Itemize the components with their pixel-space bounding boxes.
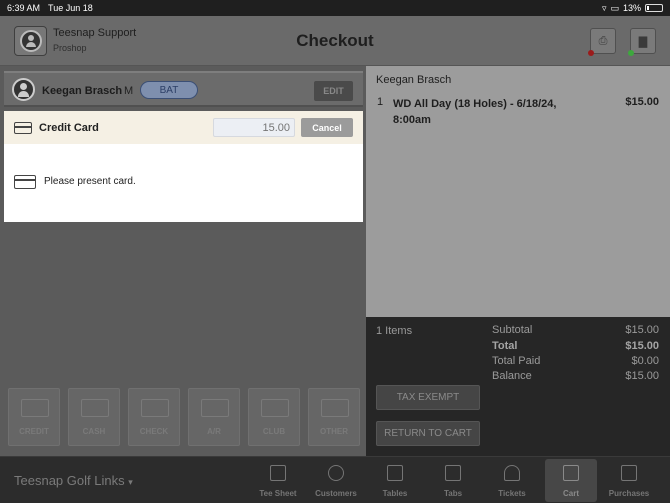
customer-tag-badge[interactable]: BAT	[140, 81, 198, 99]
subtotal-value: $15.00	[625, 324, 659, 336]
cart-panel: Keegan Brasch 1 WD All Day (18 Holes) - …	[366, 66, 670, 317]
tender-label: OTHER	[320, 427, 348, 436]
cart-item-price: $15.00	[625, 96, 659, 108]
tab-label: Purchases	[608, 489, 650, 498]
edit-customer-button[interactable]: EDIT	[314, 81, 353, 101]
card-prompt-message: Please present card.	[44, 176, 136, 187]
customer-name: Keegan Brasch	[42, 85, 123, 97]
calendar-icon	[270, 465, 286, 481]
printer-icon: ⎙	[598, 34, 608, 47]
battery-fill	[647, 6, 649, 10]
credit-card-header: Credit Card Cancel	[4, 111, 363, 144]
cart-icon	[563, 465, 579, 481]
tab-tabs[interactable]: Tabs	[427, 459, 479, 502]
status-time: 6:39 AM	[7, 3, 41, 13]
tender-check-button[interactable]: CHECK	[128, 388, 180, 446]
location-selector[interactable]: Teesnap Golf Links ▾	[14, 473, 133, 488]
tab-purchases[interactable]: Purchases	[603, 459, 655, 502]
total-label: Total	[492, 340, 518, 352]
tender-label: CREDIT	[19, 427, 49, 436]
tab-label: Customers	[315, 489, 357, 498]
customer-avatar-icon	[12, 78, 35, 101]
balance-value: $15.00	[625, 370, 659, 382]
total-paid-value: $0.00	[631, 355, 659, 367]
printer-status-dot	[588, 50, 594, 56]
tab-label: Tickets	[498, 489, 526, 498]
screen-mirror-icon: ▭	[610, 2, 619, 13]
tender-label: CASH	[82, 427, 106, 436]
tender-cash-button[interactable]: CASH	[68, 388, 120, 446]
tab-bar: Teesnap Golf Links ▾ Tee Sheet Customers…	[0, 456, 670, 503]
tab-tee-sheet[interactable]: Tee Sheet	[252, 459, 304, 502]
battery-icon	[645, 4, 663, 12]
register-icon	[621, 465, 637, 481]
items-count: 1 Items	[376, 325, 413, 337]
credit-card-icon	[14, 122, 32, 134]
balance-label: Balance	[492, 370, 532, 382]
total-value: $15.00	[625, 340, 659, 352]
tender-club-button[interactable]: CLUB	[248, 388, 300, 446]
customer-gender: M	[124, 85, 134, 97]
account-icon	[201, 399, 229, 417]
tab-tickets[interactable]: Tickets	[486, 459, 538, 502]
page-title: Checkout	[296, 31, 374, 50]
tender-ar-button[interactable]: A/R	[188, 388, 240, 446]
payment-amount-input[interactable]	[213, 118, 295, 137]
table-icon	[387, 465, 403, 481]
tender-label: A/R	[207, 427, 221, 436]
customer-row: Keegan Brasch M BAT EDIT	[4, 71, 363, 107]
card-reader-status-dot	[628, 50, 634, 56]
payment-panel: Keegan Brasch M BAT EDIT Credit Card Can…	[0, 66, 366, 456]
caret-down-icon: ▾	[128, 477, 133, 487]
ticket-icon	[261, 399, 289, 417]
payment-method-title: Credit Card	[39, 122, 99, 134]
total-paid-label: Total Paid	[492, 355, 541, 367]
status-date: Tue Jun 18	[48, 3, 93, 13]
tender-other-button[interactable]: OTHER	[308, 388, 360, 446]
cash-icon	[81, 399, 109, 417]
wifi-icon: ▿	[601, 2, 607, 13]
status-right: ▿ ▭ 13%	[602, 3, 663, 14]
subtotal-label: Subtotal	[492, 324, 533, 336]
tender-label: CHECK	[139, 427, 169, 436]
cart-item-qty: 1	[377, 96, 384, 108]
battery-percent: 13%	[622, 3, 641, 13]
card-prompt-icon	[14, 175, 36, 189]
people-icon	[328, 465, 344, 481]
cards-icon	[321, 399, 349, 417]
tab-label: Tabs	[443, 489, 463, 498]
tender-label: CLUB	[262, 427, 286, 436]
credit-card-icon	[21, 399, 49, 417]
card-reader-icon: ▇	[638, 35, 648, 48]
receipt-icon	[445, 465, 461, 481]
status-bar: 6:39 AM Tue Jun 18 ▿ ▭ 13%	[0, 0, 670, 16]
cancel-payment-button[interactable]: Cancel	[301, 118, 353, 137]
location-name: Teesnap Golf Links	[14, 473, 125, 488]
tender-buttons: CREDIT CASH CHECK A/R CLUB OTHER	[0, 376, 366, 456]
check-icon	[141, 399, 169, 417]
cart-customer-name: Keegan Brasch	[376, 74, 452, 86]
printer-button[interactable]: ⎙	[588, 28, 616, 56]
tab-tables[interactable]: Tables	[369, 459, 421, 502]
tax-exempt-button[interactable]: TAX EXEMPT	[376, 385, 480, 410]
card-prompt: Please present card.	[4, 144, 363, 222]
return-to-cart-button[interactable]: RETURN TO CART	[376, 421, 480, 446]
header: Teesnap Support Proshop Checkout ⎙ ▇	[0, 16, 670, 66]
tab-cart[interactable]: Cart	[545, 459, 597, 502]
tender-credit-button[interactable]: CREDIT	[8, 388, 60, 446]
card-reader-button[interactable]: ▇	[628, 28, 656, 56]
tab-customers[interactable]: Customers	[310, 459, 362, 502]
cart-item-description[interactable]: WD All Day (18 Holes) - 6/18/24, 8:00am	[393, 96, 563, 128]
order-summary: 1 Items Subtotal $15.00 Total $15.00 Tot…	[366, 317, 670, 456]
bell-icon	[504, 465, 520, 481]
